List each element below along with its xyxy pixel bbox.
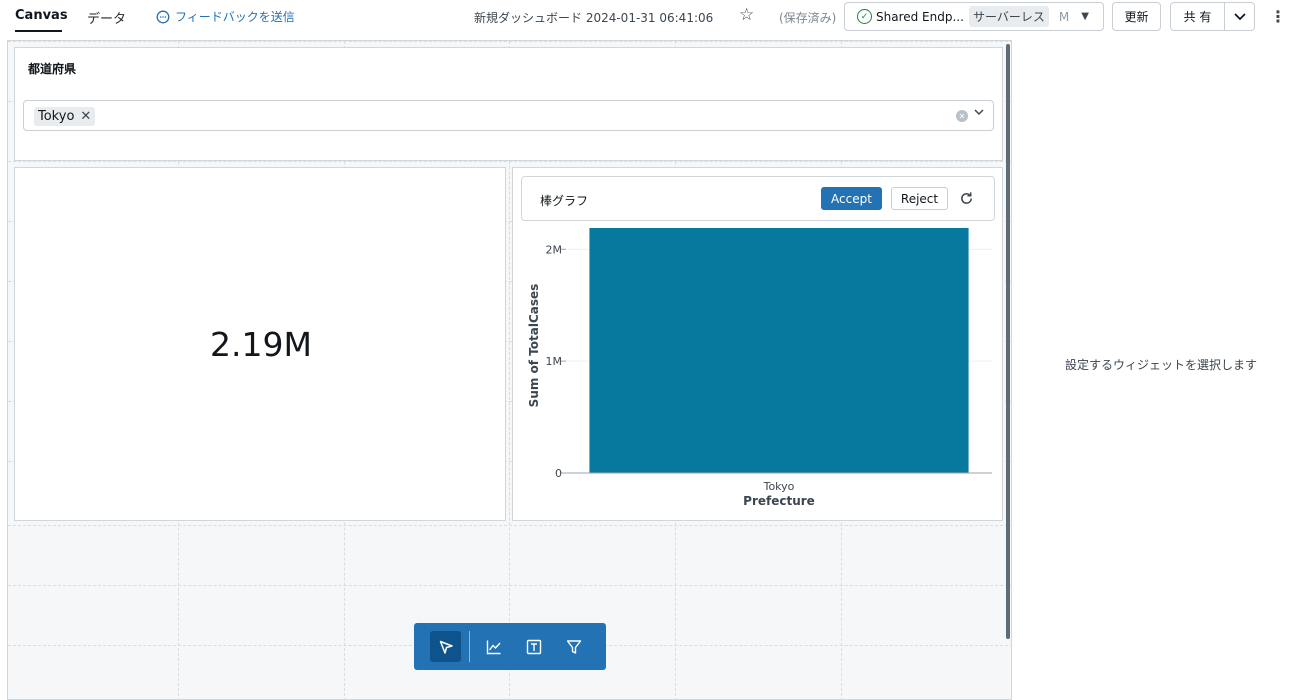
- saved-status: (保存済み): [779, 11, 837, 25]
- chevron-down-icon[interactable]: [974, 108, 984, 119]
- grid-line: [8, 525, 1011, 526]
- cursor-arrow-icon: [439, 640, 453, 654]
- selected-chip: Tokyo ✕: [34, 107, 96, 126]
- star-icon[interactable]: ☆: [739, 5, 754, 25]
- y-tick-label: 0: [555, 467, 562, 480]
- check-circle-icon: ✓: [857, 9, 872, 24]
- warehouse-name: Shared Endp...: [876, 9, 964, 24]
- feedback-label: フィードバックを送信: [175, 10, 295, 24]
- reject-button[interactable]: Reject: [891, 187, 948, 210]
- chevron-down-icon: ▼: [1081, 11, 1089, 22]
- grid-line: [8, 161, 1011, 162]
- x-tick-label: Tokyo: [763, 480, 795, 493]
- active-tab-indicator: [15, 30, 62, 32]
- canvas-scrollbar[interactable]: [1006, 44, 1010, 639]
- regenerate-icon[interactable]: [958, 188, 974, 208]
- feedback-link[interactable]: フィードバックを送信: [156, 8, 295, 25]
- kebab-menu-icon[interactable]: ⋮: [1270, 5, 1286, 27]
- add-filter-button[interactable]: [558, 631, 589, 662]
- dashboard-title[interactable]: 新規ダッシュボード 2024-01-31 06:41:06: [474, 9, 713, 26]
- share-button[interactable]: 共 有: [1170, 2, 1225, 31]
- accept-button[interactable]: Accept: [821, 187, 882, 210]
- grid-line: [8, 41, 1011, 42]
- close-icon[interactable]: ✕: [80, 109, 91, 124]
- y-tick-label: 1M: [546, 355, 563, 368]
- clear-icon[interactable]: ✕: [956, 110, 968, 122]
- share-dropdown-button[interactable]: [1224, 2, 1255, 31]
- multi-select-input[interactable]: Tokyo ✕ ✕: [23, 100, 994, 131]
- filter-widget[interactable]: 都道府県 Tokyo ✕ ✕: [14, 47, 1003, 161]
- tab-canvas[interactable]: Canvas: [15, 8, 68, 23]
- bar[interactable]: [589, 228, 969, 473]
- widget-settings-placeholder: 設定するウィジェットを選択します: [1065, 358, 1258, 372]
- chart-widget[interactable]: 棒グラフ Accept Reject 0 1M 2M Tokyo Prefecture S…: [512, 167, 1003, 521]
- chat-bubble-icon: [156, 10, 170, 23]
- line-chart-icon: [486, 640, 501, 654]
- warehouse-size: M: [1058, 9, 1070, 24]
- chip-label: Tokyo: [38, 109, 75, 124]
- filter-title: 都道府県: [28, 62, 77, 76]
- warehouse-selector[interactable]: ✓ Shared Endp... サーバーレス M ▼: [844, 2, 1104, 31]
- y-tick-label: 2M: [546, 243, 563, 256]
- toolbar-divider: [469, 631, 470, 662]
- top-bar: Canvas データ フィードバックを送信 新規ダッシュボード 2024-01-…: [0, 0, 1305, 34]
- warehouse-type-badge: サーバーレス: [968, 6, 1049, 27]
- select-tool-button[interactable]: [430, 631, 461, 662]
- refresh-button[interactable]: 更新: [1112, 2, 1161, 31]
- chevron-down-icon: [1233, 12, 1246, 20]
- chart-type-title: 棒グラフ: [540, 194, 589, 208]
- filter-funnel-icon: [566, 639, 581, 654]
- counter-widget[interactable]: 2.19M: [14, 167, 506, 521]
- bar-chart[interactable]: 0 1M 2M TokyoPrefecture Sum of TotalCases: [513, 223, 1004, 518]
- canvas-toolbar: [414, 623, 606, 670]
- tab-data[interactable]: データ: [87, 8, 126, 27]
- add-visualization-button[interactable]: [478, 631, 509, 662]
- x-axis-title: Prefecture: [743, 494, 815, 508]
- chart-suggestion-header: 棒グラフ Accept Reject: [521, 176, 995, 221]
- add-text-box-button[interactable]: [518, 631, 549, 662]
- counter-value: 2.19M: [210, 325, 312, 364]
- grid-line: [8, 585, 1011, 586]
- y-axis-title: Sum of TotalCases: [527, 284, 541, 408]
- text-box-icon: [526, 639, 541, 654]
